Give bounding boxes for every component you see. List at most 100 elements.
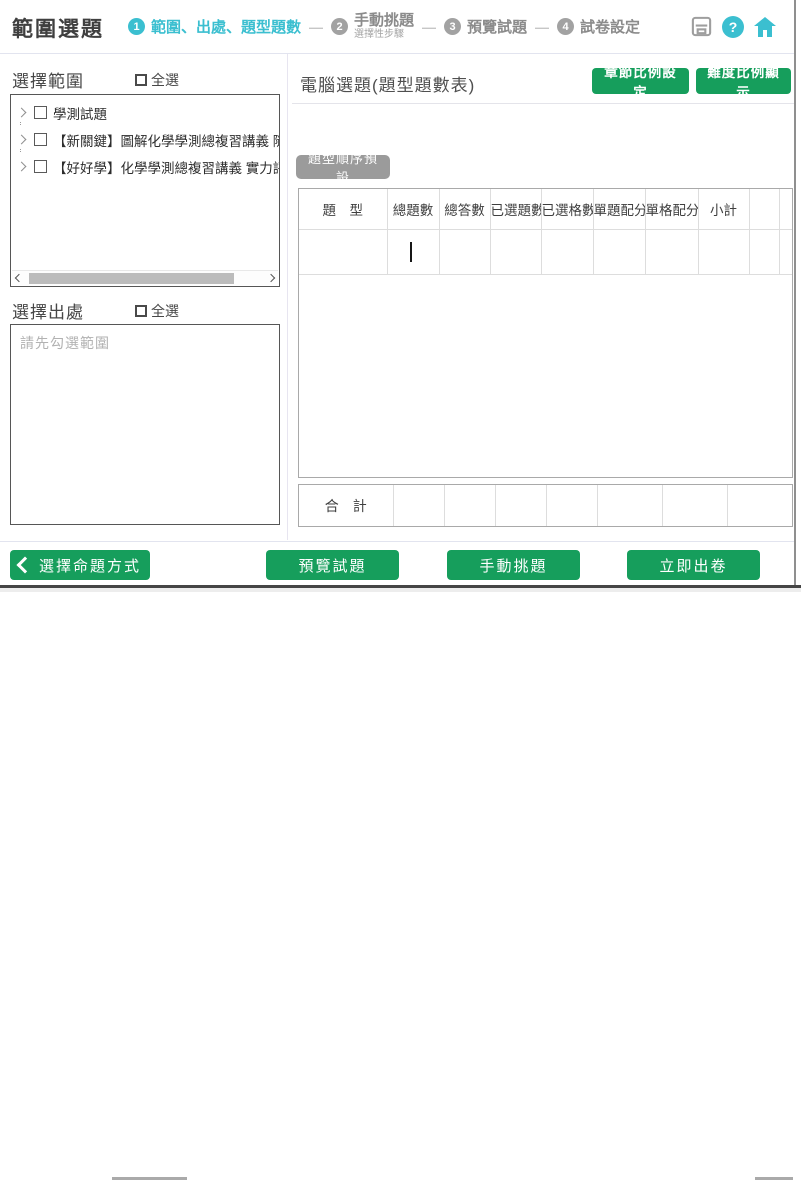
cell-selected-questions[interactable] — [490, 229, 541, 274]
range-select-all-label: 全選 — [151, 70, 179, 90]
col-header-selected-questions: 已選題數 — [490, 189, 541, 229]
header-divider — [0, 53, 795, 54]
step-3-number: 3 — [444, 18, 461, 35]
cell-empty — [779, 229, 792, 274]
back-to-method-button[interactable]: 選擇命題方式 — [10, 550, 150, 580]
totals-cell — [444, 485, 495, 526]
question-type-order-preset-button[interactable]: 題型順序預設 — [296, 155, 390, 179]
tree-item[interactable]: 學測試題 — [11, 99, 279, 126]
main-section-title: 電腦選題(題型題數表) — [300, 71, 475, 96]
scroll-right-icon[interactable] — [264, 271, 278, 285]
source-select-all-label: 全選 — [151, 301, 179, 321]
step-1[interactable]: 1 範圍、出處、題型題數 — [128, 16, 301, 37]
totals-label: 合 計 — [299, 485, 393, 526]
tree-item[interactable]: 【好好學】化學學測總複習講義 實力評量 — [11, 153, 279, 180]
expand-chevron-icon[interactable] — [16, 160, 28, 174]
step-4-number: 4 — [557, 18, 574, 35]
cell-points-per-blank[interactable] — [645, 229, 698, 274]
sidebar-main-divider — [287, 54, 288, 540]
source-placeholder: 請先勾選範圍 — [20, 333, 110, 353]
step-3-label: 預覽試題 — [467, 16, 527, 37]
scrollbar-thumb[interactable] — [29, 273, 234, 284]
footer-divider — [0, 541, 795, 542]
tree-item-label: 【新關鍵】圖解化學學測總複習講義 隨堂測驗 — [53, 130, 279, 150]
horizontal-scrollbar[interactable] — [12, 270, 278, 285]
table-data-row — [299, 229, 792, 274]
source-list: 請先勾選範圍 — [10, 324, 280, 525]
preview-questions-button[interactable]: 預覽試題 — [266, 550, 399, 580]
expand-chevron-icon[interactable] — [16, 133, 28, 147]
step-2[interactable]: 2 手動挑題 選擇性步驟 — [331, 12, 414, 41]
step-separator: — — [535, 19, 549, 35]
range-section-title: 選擇範圍 — [12, 67, 84, 92]
help-icon[interactable]: ? — [722, 16, 744, 38]
tree-item-checkbox[interactable] — [34, 160, 47, 173]
difficulty-ratio-button[interactable]: 難度比例顯示 — [696, 68, 791, 94]
save-icon[interactable] — [689, 15, 713, 39]
source-select-all[interactable]: 全選 — [135, 301, 179, 321]
step-4-label: 試卷設定 — [580, 16, 640, 37]
col-header-selected-blanks: 已選格數 — [541, 189, 593, 229]
step-2-label: 手動挑題 — [354, 12, 414, 29]
totals-cell — [662, 485, 727, 526]
header-icons: ? — [689, 0, 785, 53]
cell-subtotal[interactable] — [698, 229, 749, 274]
cell-total-questions[interactable] — [387, 229, 439, 274]
header-bar: 範圍選題 1 範圍、出處、題型題數 — 2 手動挑題 選擇性步驟 — 3 預覽試… — [0, 0, 795, 53]
window-right-edge — [794, 0, 796, 586]
step-4[interactable]: 4 試卷設定 — [557, 16, 640, 37]
main-title-divider — [292, 103, 795, 104]
cell-total-answers[interactable] — [439, 229, 490, 274]
range-select-all[interactable]: 全選 — [135, 70, 179, 90]
tree-item-checkbox[interactable] — [34, 133, 47, 146]
generate-exam-button[interactable]: 立即出卷 — [627, 550, 760, 580]
page-title: 範圍選題 — [12, 13, 104, 43]
step-separator: — — [422, 19, 436, 35]
col-header-points-per-question: 單題配分 — [593, 189, 645, 229]
back-to-method-label: 選擇命題方式 — [39, 555, 141, 576]
totals-cell — [546, 485, 597, 526]
step-1-number: 1 — [128, 18, 145, 35]
col-header-empty — [749, 189, 779, 229]
chapter-ratio-button[interactable]: 章節比例設定 — [592, 68, 689, 94]
totals-cell — [393, 485, 444, 526]
tree-item[interactable]: 【新關鍵】圖解化學學測總複習講義 隨堂測驗 — [11, 126, 279, 153]
tree-item-label: 學測試題 — [53, 103, 107, 123]
cell-selected-blanks[interactable] — [541, 229, 593, 274]
step-indicator: 1 範圍、出處、題型題數 — 2 手動挑題 選擇性步驟 — 3 預覽試題 — 4… — [128, 0, 640, 53]
cell-question-type[interactable] — [299, 229, 387, 274]
col-header-total-questions: 總題數 — [387, 189, 439, 229]
generate-exam-label: 立即出卷 — [659, 555, 727, 576]
totals-row: 合 計 — [298, 484, 793, 527]
totals-cell — [727, 485, 792, 526]
col-header-total-answers: 總答數 — [439, 189, 490, 229]
manual-pick-button[interactable]: 手動挑題 — [447, 550, 580, 580]
step-2-number: 2 — [331, 18, 348, 35]
cell-empty — [749, 229, 779, 274]
col-header-empty — [779, 189, 792, 229]
chevron-left-icon — [16, 556, 33, 573]
step-2-subtitle: 選擇性步驟 — [354, 29, 414, 41]
scroll-left-icon[interactable] — [12, 271, 26, 285]
source-select-all-checkbox[interactable] — [135, 305, 147, 317]
table-header-row: 題 型 總題數 總答數 已選題數 已選格數 單題配分 單格配分 小計 — [299, 189, 792, 229]
range-tree: 學測試題 【新關鍵】圖解化學學測總複習講義 隨堂測驗 【好好學】化學學測總複習講… — [10, 94, 280, 287]
home-icon[interactable] — [753, 15, 777, 39]
step-3[interactable]: 3 預覽試題 — [444, 16, 527, 37]
manual-pick-label: 手動挑題 — [479, 555, 547, 576]
col-header-points-per-blank: 單格配分 — [645, 189, 698, 229]
totals-cell — [597, 485, 662, 526]
tree-item-checkbox[interactable] — [34, 106, 47, 119]
tree-item-label: 【好好學】化學學測總複習講義 實力評量 — [53, 157, 279, 177]
preview-questions-label: 預覽試題 — [298, 555, 366, 576]
col-header-subtotal: 小計 — [698, 189, 749, 229]
expand-chevron-icon[interactable] — [16, 106, 28, 120]
text-caret — [410, 242, 412, 262]
behind-window-strip — [0, 588, 801, 592]
source-section-title: 選擇出處 — [12, 298, 84, 323]
cell-points-per-question[interactable] — [593, 229, 645, 274]
range-select-all-checkbox[interactable] — [135, 74, 147, 86]
question-type-table: 題 型 總題數 總答數 已選題數 已選格數 單題配分 單格配分 小計 — [298, 188, 793, 478]
totals-cell — [495, 485, 546, 526]
step-separator: — — [309, 19, 323, 35]
